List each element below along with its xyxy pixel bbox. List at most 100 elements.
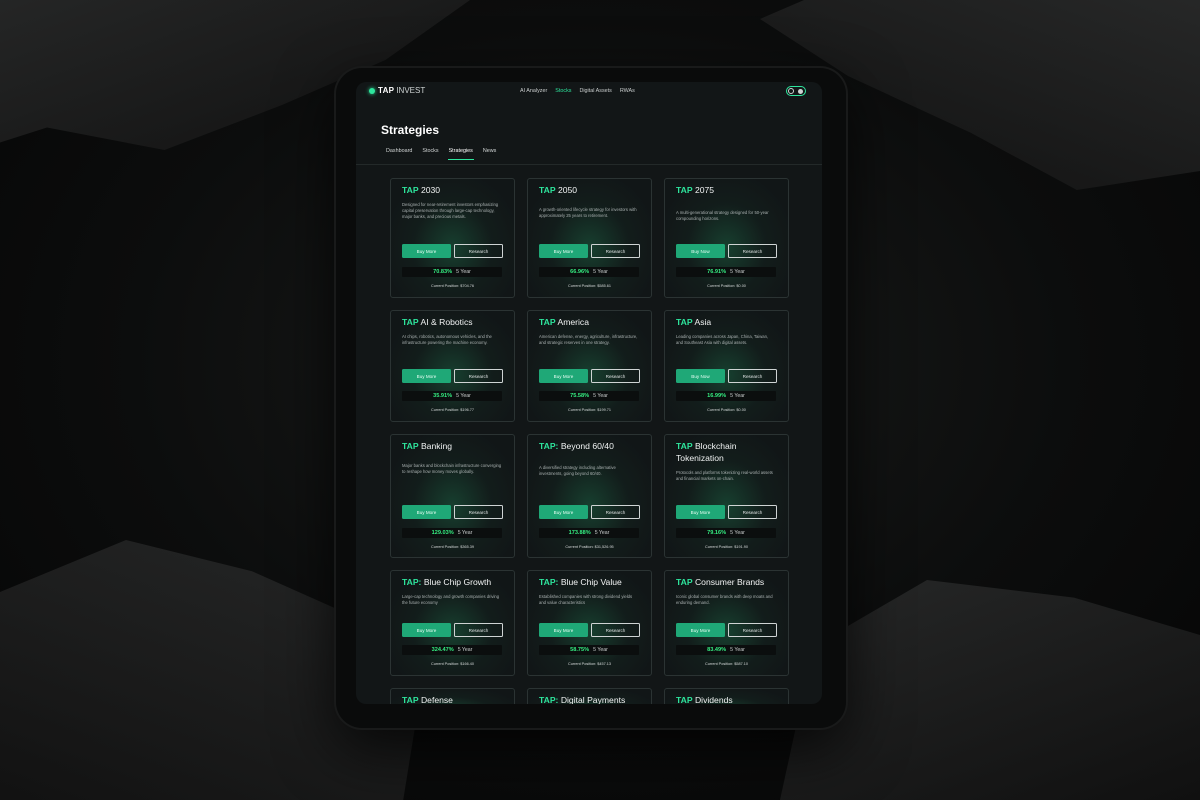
buy-button[interactable]: Buy More xyxy=(402,505,451,519)
tablet-frame: TAP INVEST AI Analyzer Stocks Digital As… xyxy=(336,68,846,728)
current-position: Current Position: $166.40 xyxy=(430,662,475,666)
return-percent: 58.75% xyxy=(570,647,590,653)
logo-invest-text: INVEST xyxy=(396,86,426,95)
research-button[interactable]: Research xyxy=(454,244,503,258)
research-button[interactable]: Research xyxy=(591,244,640,258)
card-title: TAP Defense xyxy=(402,695,453,704)
buy-button[interactable]: Buy More xyxy=(539,244,588,258)
tab-strategies[interactable]: Strategies xyxy=(447,148,475,161)
return-percent: 66.96% xyxy=(570,269,590,275)
current-position: Current Position: $704.76 xyxy=(430,284,475,288)
logo[interactable]: TAP INVEST xyxy=(369,86,425,95)
top-navbar: TAP INVEST AI Analyzer Stocks Digital As… xyxy=(356,82,822,102)
strategy-card[interactable]: TAP Defense xyxy=(390,688,515,704)
strategy-card[interactable]: TAP Banking Major banks and blockchain i… xyxy=(390,434,515,558)
return-percent: 70.83% xyxy=(433,269,453,275)
strategy-card[interactable]: TAP Dividends xyxy=(664,688,789,704)
nav-rwas[interactable]: RWAs xyxy=(620,88,635,94)
card-description: A multi-generational strategy designed f… xyxy=(676,210,769,221)
performance-row: 58.75% 5 Year xyxy=(539,645,639,655)
research-button[interactable]: Research xyxy=(728,369,777,383)
card-title: TAP: Blue Chip Growth xyxy=(402,577,492,587)
card-actions: Buy More Research xyxy=(402,505,503,519)
research-button[interactable]: Research xyxy=(591,369,640,383)
nav-stocks[interactable]: Stocks xyxy=(555,88,571,94)
buy-button[interactable]: Buy More xyxy=(402,623,451,637)
card-title: TAP: Beyond 60/40 xyxy=(539,441,614,451)
strategy-card[interactable]: TAP: Digital Payments xyxy=(527,688,652,704)
return-term: 5 Year xyxy=(730,269,745,275)
tab-news[interactable]: News xyxy=(483,148,496,160)
buy-button[interactable]: Buy Now xyxy=(676,244,725,258)
strategy-card[interactable]: TAP Asia Leading companies across Japan,… xyxy=(664,310,789,422)
research-button[interactable]: Research xyxy=(728,505,777,519)
buy-button[interactable]: Buy More xyxy=(539,505,588,519)
research-button[interactable]: Research xyxy=(454,505,503,519)
tabs-divider xyxy=(356,164,822,165)
current-position: Current Position: $0.00 xyxy=(707,284,746,288)
buy-button[interactable]: Buy Now xyxy=(676,369,725,383)
card-description: Iconic global consumer brands with deep … xyxy=(676,594,773,605)
card-actions: Buy Now Research xyxy=(676,244,777,258)
buy-button[interactable]: Buy More xyxy=(402,369,451,383)
nav-ai-analyzer[interactable]: AI Analyzer xyxy=(520,88,547,94)
buy-button[interactable]: Buy More xyxy=(402,244,451,258)
card-description: Established companies with strong divide… xyxy=(539,594,633,605)
performance-row: 16.99% 5 Year xyxy=(676,391,776,401)
card-title: TAP Consumer Brands xyxy=(676,577,765,587)
strategy-card[interactable]: TAP AI & Robotics AI chips, robotics, au… xyxy=(390,310,515,422)
card-actions: Buy More Research xyxy=(402,369,503,383)
return-term: 5 Year xyxy=(457,647,473,653)
card-description: Large-cap technology and growth companie… xyxy=(402,594,500,605)
strategy-card[interactable]: TAP Consumer Brands Iconic global consum… xyxy=(664,570,789,676)
moon-icon xyxy=(788,88,794,94)
return-percent: 35.91% xyxy=(433,393,453,399)
performance-row: 129.03% 5 Year xyxy=(402,528,502,538)
strategy-card[interactable]: TAP 2050 A growth-oriented lifecycle str… xyxy=(527,178,652,298)
theme-toggle-icon[interactable] xyxy=(786,86,806,96)
return-percent: 324.47% xyxy=(431,647,454,653)
performance-row: 173.88% 5 Year xyxy=(539,528,639,538)
strategy-card[interactable]: TAP: Beyond 60/40 A diversified strategy… xyxy=(527,434,652,558)
current-position: Current Position: $199.71 xyxy=(567,408,612,412)
research-button[interactable]: Research xyxy=(728,244,777,258)
tab-stocks[interactable]: Stocks xyxy=(422,148,438,160)
buy-button[interactable]: Buy More xyxy=(676,623,725,637)
strategy-card[interactable]: TAP 2030 Designed for near-retirement in… xyxy=(390,178,515,298)
card-actions: Buy More Research xyxy=(539,623,640,637)
return-term: 5 Year xyxy=(457,530,473,536)
card-description: Major banks and blockchain infrastructur… xyxy=(402,463,502,474)
tab-dashboard[interactable]: Dashboard xyxy=(386,148,412,160)
nav-digital-assets[interactable]: Digital Assets xyxy=(579,88,611,94)
strategy-card[interactable]: TAP: Blue Chip Growth Large-cap technolo… xyxy=(390,570,515,676)
buy-button[interactable]: Buy More xyxy=(539,623,588,637)
performance-row: 75.58% 5 Year xyxy=(539,391,639,401)
return-term: 5 Year xyxy=(593,647,608,653)
card-actions: Buy More Research xyxy=(676,505,777,519)
card-title: TAP 2050 xyxy=(539,185,578,195)
card-description: Designed for near-retirement investors e… xyxy=(402,202,499,219)
return-term: 5 Year xyxy=(593,269,608,275)
return-term: 5 Year xyxy=(730,647,745,653)
buy-button[interactable]: Buy More xyxy=(676,505,725,519)
strategy-grid: TAP 2030 Designed for near-retirement in… xyxy=(390,178,789,704)
strategy-card[interactable]: TAP America American defense, energy, ag… xyxy=(527,310,652,422)
card-title: TAP AI & Robotics xyxy=(402,317,473,327)
performance-row: 35.91% 5 Year xyxy=(402,391,502,401)
performance-row: 76.91% 5 Year xyxy=(676,267,776,277)
return-percent: 76.91% xyxy=(707,269,727,275)
research-button[interactable]: Research xyxy=(591,505,640,519)
strategy-card[interactable]: TAP 2075 A multi-generational strategy d… xyxy=(664,178,789,298)
strategy-card[interactable]: TAP Blockchain Tokenization Protocols an… xyxy=(664,434,789,558)
current-position: Current Position: $457.13 xyxy=(567,662,612,666)
research-button[interactable]: Research xyxy=(728,623,777,637)
buy-button[interactable]: Buy More xyxy=(539,369,588,383)
return-percent: 79.16% xyxy=(707,530,727,536)
research-button[interactable]: Research xyxy=(454,623,503,637)
research-button[interactable]: Research xyxy=(591,623,640,637)
card-description: A growth-oriented lifecycle strategy for… xyxy=(539,207,637,218)
return-percent: 16.99% xyxy=(707,393,727,399)
research-button[interactable]: Research xyxy=(454,369,503,383)
return-term: 5 Year xyxy=(456,393,471,399)
strategy-card[interactable]: TAP: Blue Chip Value Established compani… xyxy=(527,570,652,676)
